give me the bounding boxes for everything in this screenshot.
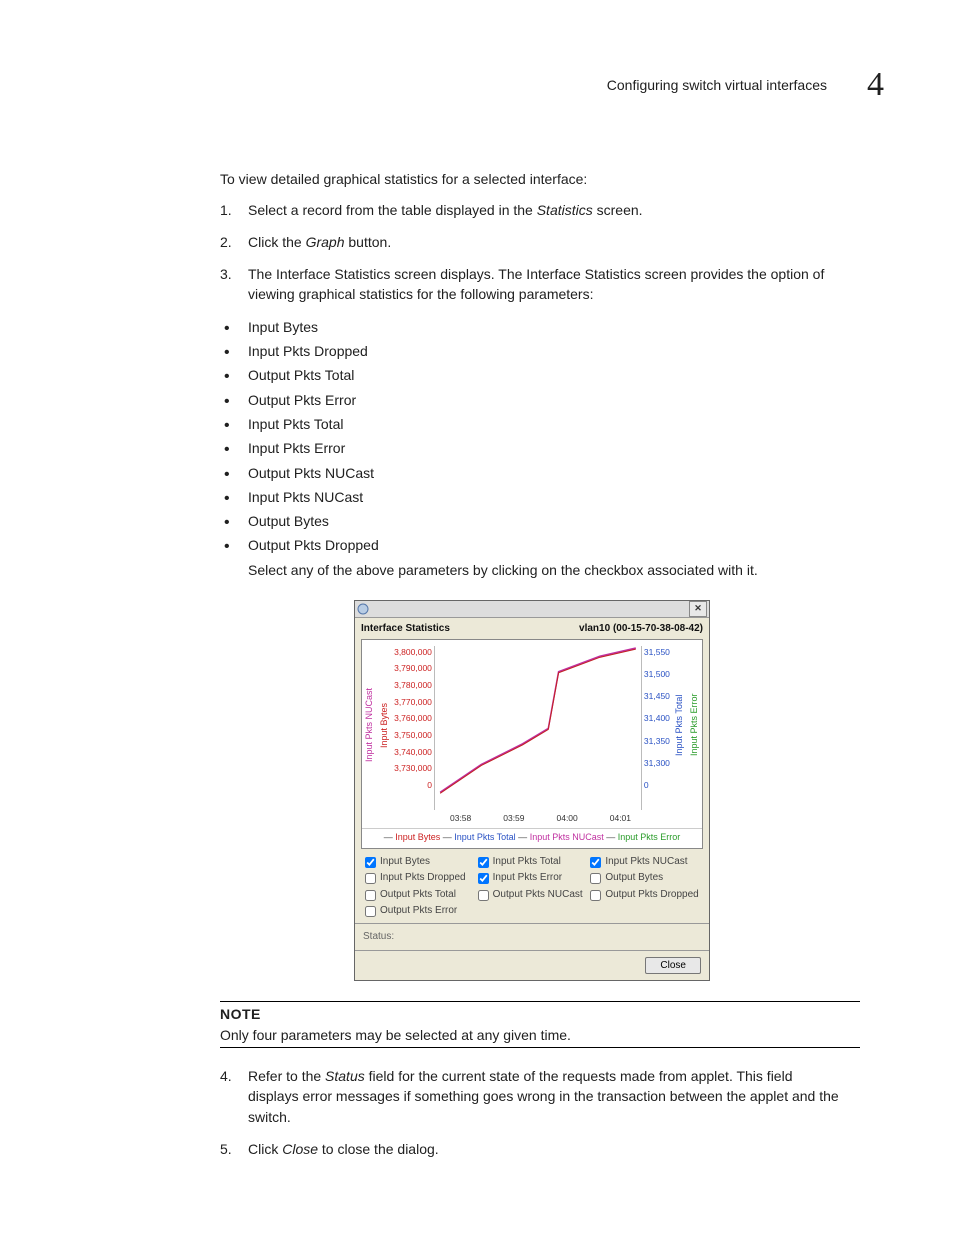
parameter-item: Output Pkts Error — [220, 390, 844, 410]
parameter-item: Input Pkts Dropped — [220, 341, 844, 361]
panel-title: Interface Statistics — [361, 622, 450, 637]
parameter-checkboxes: Input Bytes Input Pkts TotalInput Pkts NU… — [355, 849, 709, 923]
window-close-icon[interactable]: ✕ — [689, 601, 707, 617]
parameter-item: Input Pkts NUCast — [220, 487, 844, 507]
param-checkbox[interactable]: Input Pkts Dropped — [365, 871, 474, 886]
status-field: Status: — [355, 923, 709, 951]
parameter-item: Input Bytes — [220, 317, 844, 337]
y-label-nucast: Input Pkts NUCast — [362, 640, 377, 810]
note-heading: NOTE — [220, 1004, 860, 1024]
step-item: The Interface Statistics screen displays… — [220, 264, 844, 305]
step-item: Click the Graph button. — [220, 232, 844, 252]
step-item: Select a record from the table displayed… — [220, 200, 844, 220]
parameter-item: Output Pkts Dropped — [220, 535, 844, 555]
steps-list: Select a record from the table displayed… — [220, 200, 844, 305]
parameters-list: Input Bytes Input Pkts Dropped Output Pkts… — [220, 317, 844, 556]
param-checkbox[interactable]: Output Pkts Error — [365, 904, 474, 919]
param-checkbox[interactable]: Input Bytes — [365, 855, 474, 870]
intro-text: To view detailed graphical statistics fo… — [220, 169, 844, 189]
close-button[interactable]: Close — [645, 957, 701, 974]
interface-statistics-window: ✕ Interface Statistics vlan10 (00-15-70-… — [354, 600, 710, 981]
param-checkbox[interactable]: Output Bytes — [590, 871, 699, 886]
parameter-item: Output Pkts NUCast — [220, 463, 844, 483]
breadcrumb: Configuring switch virtual interfaces — [607, 75, 827, 95]
param-checkbox[interactable]: Input Pkts Error — [478, 871, 587, 886]
chart-legend: — Input Bytes — Input Pkts Total — Input… — [362, 828, 702, 848]
y-label-total: Input Pkts Total — [672, 640, 687, 810]
window-titlebar: ✕ — [355, 601, 709, 618]
step-item: Refer to the Status field for the curren… — [220, 1066, 844, 1127]
y-axis-left: 3,800,0003,790,0003,780,0003,770,0003,76… — [392, 640, 434, 810]
panel-subtitle: vlan10 (00-15-70-38-08-42) — [579, 622, 703, 637]
param-checkbox[interactable]: Output Pkts Dropped — [590, 888, 699, 903]
parameter-item: Input Pkts Total — [220, 414, 844, 434]
y-axis-right: 31,55031,50031,45031,40031,35031,3000 — [642, 640, 672, 810]
steps-list-contd: Refer to the Status field for the curren… — [220, 1066, 844, 1159]
plot-area — [434, 646, 642, 810]
after-bullets-text: Select any of the above parameters by cl… — [248, 560, 844, 580]
chart-area: Input Pkts NUCast Input Bytes 3,800,0003… — [361, 639, 703, 849]
param-checkbox[interactable]: Output Pkts NUCast — [478, 888, 587, 903]
parameter-item: Output Bytes — [220, 511, 844, 531]
parameter-item: Input Pkts Error — [220, 438, 844, 458]
note-body: Only four parameters may be selected at … — [220, 1025, 860, 1045]
note-block: NOTE Only four parameters may be selecte… — [220, 1001, 860, 1048]
parameter-item: Output Pkts Total — [220, 365, 844, 385]
page-body: To view detailed graphical statistics fo… — [220, 169, 844, 1159]
chapter-number: 4 — [867, 60, 884, 109]
param-checkbox[interactable]: Input Pkts NUCast — [590, 855, 699, 870]
y-label-error: Input Pkts Error — [687, 640, 702, 810]
param-checkbox[interactable]: Output Pkts Total — [365, 888, 474, 903]
param-checkbox[interactable]: Input Pkts Total — [478, 855, 587, 870]
y-label-bytes: Input Bytes — [377, 640, 392, 810]
java-icon — [357, 603, 369, 615]
page-header: Configuring switch virtual interfaces 4 — [70, 60, 884, 109]
step-item: Click Close to close the dialog. — [220, 1139, 844, 1159]
x-axis: 03:5803:5904:0004:01 — [362, 810, 702, 828]
